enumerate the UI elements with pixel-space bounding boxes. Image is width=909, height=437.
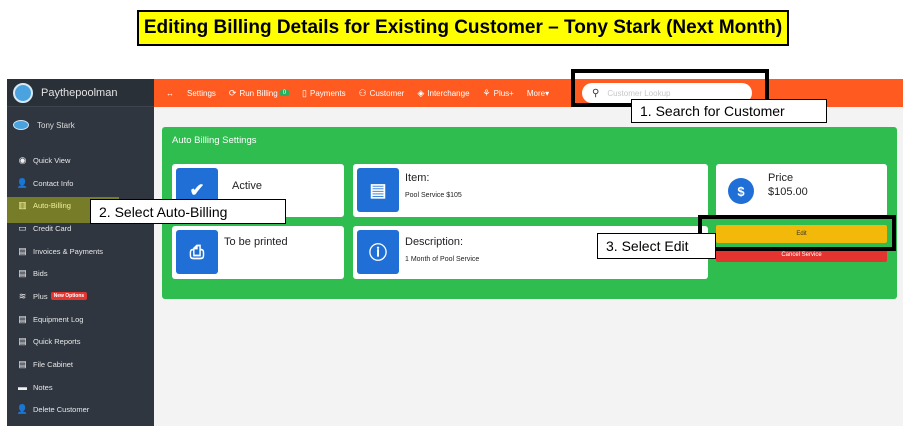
- price-card: $ Price $105.00: [716, 164, 887, 217]
- nav-settings[interactable]: Settings: [187, 89, 216, 98]
- sidebar-item-label: Equipment Log: [33, 314, 84, 324]
- nav-plus[interactable]: ⚘ Plus+: [483, 88, 514, 99]
- sidebar-item-bids[interactable]: ▤ Bids: [7, 262, 154, 285]
- customer-name: Tony Stark: [37, 120, 75, 130]
- notes-icon: ▬: [18, 382, 27, 393]
- panel-title: Auto Billing Settings: [172, 135, 257, 146]
- nav-plus-label: Plus+: [493, 88, 514, 98]
- delete-user-icon: 👤: [16, 404, 29, 415]
- nav-interchange-label: Interchange: [427, 88, 470, 98]
- sidebar-item-label: File Cabinet: [33, 360, 74, 370]
- run-billing-count-badge: 0: [279, 90, 290, 96]
- sidebar: Paythepoolman Tony Stark ◉ Quick View 👤 Co…: [7, 79, 154, 426]
- tutorial-banner: Editing Billing Details for Existing Cus…: [137, 10, 789, 46]
- print-status: To be printed: [224, 236, 288, 248]
- expand-arrows-icon[interactable]: ↔: [166, 89, 174, 98]
- nav-run-billing[interactable]: ⟳ Run Billing 0: [228, 87, 290, 99]
- item-value: Pool Service $105: [405, 192, 462, 199]
- sidebar-item-label: Invoices & Payments: [33, 246, 104, 256]
- description-label: Description:: [405, 236, 464, 248]
- callout-auto-billing: 2. Select Auto-Billing: [90, 199, 286, 224]
- sidebar-item-quick-view[interactable]: ◉ Quick View: [7, 149, 154, 172]
- sidebar-item-label: Notes: [33, 382, 53, 392]
- edit-highlight-box: [698, 215, 896, 251]
- nav-payments-label: Payments: [310, 88, 346, 98]
- plus-icon: ≋: [18, 290, 27, 301]
- reports-icon: ▤: [18, 336, 27, 347]
- brand-name: Paythepoolman: [41, 86, 118, 99]
- dashboard-icon: ◉: [18, 154, 27, 165]
- contact-icon: 👤: [16, 177, 29, 188]
- shield-icon: ◈: [417, 87, 425, 98]
- sidebar-item-equipment-log[interactable]: ▤ Equipment Log: [7, 308, 154, 331]
- file-cabinet-icon: ▤: [18, 359, 27, 370]
- sidebar-item-label: Bids: [33, 269, 48, 279]
- sidebar-nav: ◉ Quick View 👤 Contact Info ▥ Auto-Billing …: [7, 143, 154, 421]
- nav-run-billing-label: Run Billing: [239, 88, 278, 98]
- customer-avatar-icon: [13, 120, 29, 130]
- printer-icon: ⎙: [176, 230, 218, 274]
- description-value: 1 Month of Pool Service: [405, 256, 480, 263]
- price-label: Price: [768, 172, 794, 184]
- clipboard-icon: ▤: [18, 313, 27, 324]
- status-value: Active: [232, 180, 262, 192]
- credit-card-icon: ▭: [18, 222, 27, 233]
- sidebar-item-contact-info[interactable]: 👤 Contact Info: [7, 172, 154, 195]
- new-options-badge: New Options: [50, 292, 88, 301]
- info-icon: ⓘ: [357, 230, 399, 274]
- app-window: Paythepoolman Tony Stark ◉ Quick View 👤 Co…: [7, 79, 903, 426]
- sidebar-item-invoices-payments[interactable]: ▤ Invoices & Payments: [7, 240, 154, 263]
- document-icon: ▯: [302, 87, 307, 98]
- puzzle-icon: ⚘: [482, 87, 491, 98]
- bids-icon: ▤: [18, 268, 27, 279]
- nav-customer-label: Customer: [369, 88, 405, 98]
- callout-edit: 3. Select Edit: [597, 233, 716, 259]
- current-customer: Tony Stark: [7, 107, 154, 143]
- price-value: $105.00: [768, 186, 808, 198]
- sidebar-item-label: Credit Card: [33, 223, 72, 233]
- invoice-icon: ▤: [18, 245, 27, 256]
- sidebar-item-plus[interactable]: ≋ Plus New Options: [7, 285, 154, 308]
- item-label: Item:: [405, 172, 430, 184]
- item-card: ▤ Item: Pool Service $105: [353, 164, 708, 217]
- nav-interchange[interactable]: ◈ Interchange: [417, 88, 469, 99]
- sidebar-item-notes[interactable]: ▬ Notes: [7, 376, 154, 399]
- sidebar-item-file-cabinet[interactable]: ▤ File Cabinet: [7, 353, 154, 376]
- print-card: ⎙ To be printed: [172, 226, 344, 279]
- sidebar-item-label: Delete Customer: [33, 405, 90, 415]
- sidebar-item-label: Contact Info: [33, 178, 74, 188]
- dollar-icon: $: [728, 178, 754, 204]
- sidebar-item-delete-customer[interactable]: 👤 Delete Customer: [7, 399, 154, 422]
- sidebar-item-label: Quick View: [33, 155, 71, 165]
- clipboard-list-icon: ▤: [357, 168, 399, 212]
- nav-customer[interactable]: ⚇ Customer: [359, 88, 405, 99]
- brand-logo-icon: [13, 82, 33, 103]
- sidebar-item-label: Quick Reports: [33, 337, 81, 347]
- refresh-icon: ⟳: [228, 87, 237, 98]
- nav-payments[interactable]: ▯ Payments: [302, 88, 346, 99]
- brand[interactable]: Paythepoolman: [7, 79, 154, 107]
- sidebar-item-label: Plus: [33, 291, 48, 301]
- sidebar-item-quick-reports[interactable]: ▤ Quick Reports: [7, 331, 154, 354]
- nav-more-dropdown[interactable]: More▾: [527, 89, 549, 98]
- add-user-icon: ⚇: [358, 87, 367, 98]
- callout-search: 1. Search for Customer: [631, 99, 827, 123]
